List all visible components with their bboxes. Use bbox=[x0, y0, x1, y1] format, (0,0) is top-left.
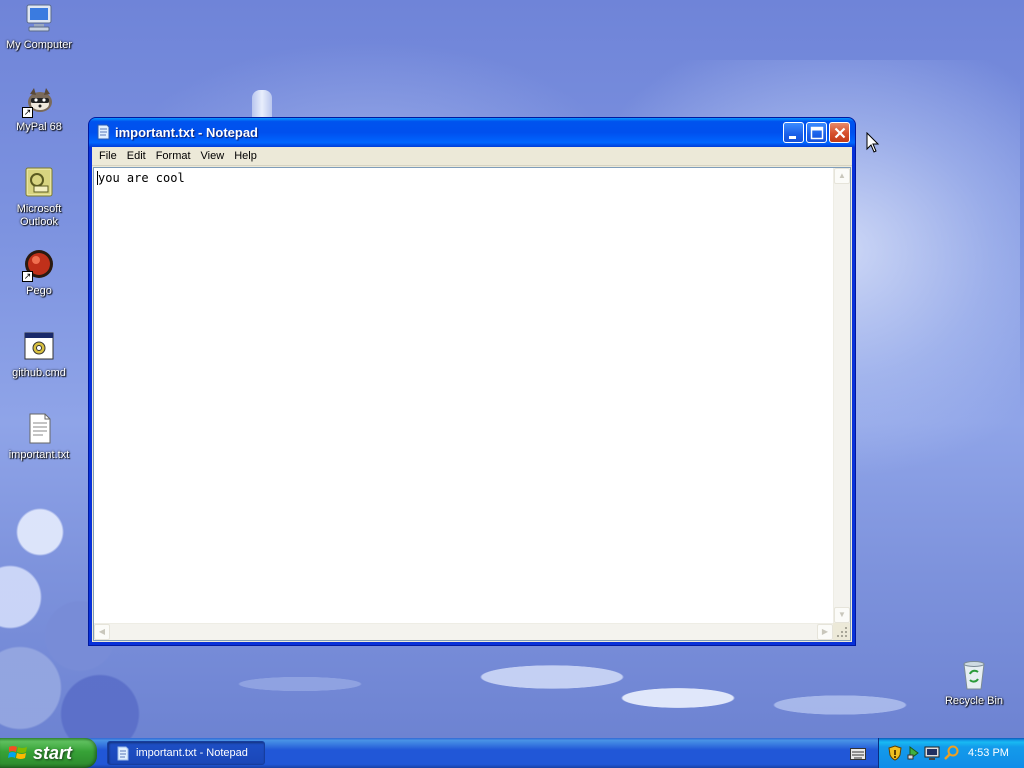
menu-help[interactable]: Help bbox=[229, 147, 262, 165]
search-icon[interactable] bbox=[943, 745, 959, 761]
clock[interactable]: 4:53 PM bbox=[968, 747, 1009, 759]
shortcut-arrow-icon: ↗ bbox=[22, 271, 33, 282]
editor-content[interactable]: you are cool bbox=[96, 170, 832, 622]
minimize-icon bbox=[789, 136, 796, 139]
text-caret bbox=[97, 171, 98, 185]
cmd-file-icon bbox=[22, 330, 56, 364]
desktop-icon-github-cmd[interactable]: github.cmd bbox=[1, 330, 77, 380]
maximize-icon bbox=[810, 126, 824, 140]
network-icon[interactable] bbox=[906, 745, 922, 761]
outlook-icon bbox=[22, 166, 56, 200]
notepad-titlebar[interactable]: important.txt - Notepad bbox=[89, 118, 855, 147]
horizontal-scrollbar[interactable]: ◀ ▶ bbox=[94, 623, 833, 640]
minimize-button[interactable] bbox=[783, 122, 804, 143]
menu-bar: File Edit Format View Help bbox=[92, 147, 852, 166]
mypal-icon: ↗ bbox=[22, 84, 56, 118]
mouse-cursor-icon bbox=[866, 132, 880, 153]
notepad-icon bbox=[116, 746, 130, 761]
menu-edit[interactable]: Edit bbox=[122, 147, 151, 165]
text-editor[interactable]: you are cool ▲ ▼ ◀ ▶ bbox=[93, 167, 851, 641]
scroll-up-button[interactable]: ▲ bbox=[834, 168, 850, 184]
resize-grip[interactable] bbox=[833, 623, 850, 640]
window-title: important.txt - Notepad bbox=[115, 125, 258, 140]
desktop-icon-my-computer[interactable]: My Computer bbox=[1, 2, 77, 52]
menu-format[interactable]: Format bbox=[151, 147, 196, 165]
resize-grip-icon bbox=[837, 627, 847, 637]
notepad-client: File Edit Format View Help you are cool … bbox=[92, 147, 852, 642]
scroll-right-button[interactable]: ▶ bbox=[817, 624, 833, 640]
taskbar: start important.txt - Notepad 4:53 PM bbox=[0, 738, 1024, 768]
desktop-icon-outlook[interactable]: Microsoft Outlook bbox=[1, 166, 77, 229]
shortcut-arrow-icon: ↗ bbox=[22, 107, 33, 118]
taskbar-item-notepad[interactable]: important.txt - Notepad bbox=[107, 741, 265, 765]
desktop-icon-mypal[interactable]: ↗ MyPal 68 bbox=[1, 84, 77, 134]
menu-view[interactable]: View bbox=[196, 147, 230, 165]
desktop-icon-important-txt[interactable]: important.txt bbox=[1, 412, 77, 462]
close-icon bbox=[834, 127, 846, 139]
notepad-icon bbox=[95, 124, 111, 140]
my-computer-icon bbox=[22, 2, 56, 36]
desktop-icon-pego[interactable]: ↗ Pego bbox=[1, 248, 77, 298]
text-file-icon bbox=[22, 412, 56, 446]
notepad-window[interactable]: important.txt - Notepad File Edit Format… bbox=[88, 117, 856, 646]
start-button[interactable]: start bbox=[0, 738, 97, 768]
scroll-left-button[interactable]: ◀ bbox=[94, 624, 110, 640]
pego-icon: ↗ bbox=[22, 248, 56, 282]
start-label: start bbox=[33, 743, 73, 763]
close-button[interactable] bbox=[829, 122, 850, 143]
keyboard-icon[interactable] bbox=[850, 747, 866, 760]
maximize-button[interactable] bbox=[806, 122, 827, 143]
security-shield-icon[interactable] bbox=[887, 745, 903, 761]
menu-file[interactable]: File bbox=[94, 147, 122, 165]
scroll-down-button[interactable]: ▼ bbox=[834, 607, 850, 623]
vertical-scrollbar[interactable]: ▲ ▼ bbox=[833, 168, 850, 623]
display-icon[interactable] bbox=[924, 745, 940, 761]
windows-logo-icon bbox=[8, 744, 28, 762]
recycle-bin-icon bbox=[957, 658, 991, 692]
desktop-icon-recycle-bin[interactable]: Recycle Bin bbox=[936, 658, 1012, 708]
